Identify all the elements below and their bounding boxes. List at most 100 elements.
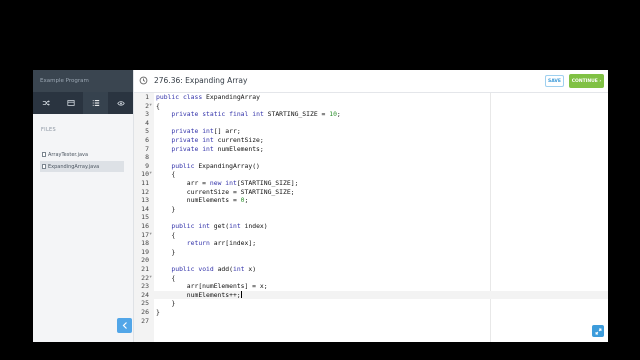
line-number: 13: [141, 196, 149, 205]
line-number: 23: [141, 282, 149, 291]
line-number: 24: [141, 290, 149, 299]
code-line[interactable]: 15: [134, 213, 608, 222]
tab-view[interactable]: [108, 92, 133, 114]
code-text: {: [156, 273, 176, 282]
code-text: numElements = 0;: [156, 196, 249, 205]
tab-window[interactable]: [58, 92, 83, 114]
code-line[interactable]: 3 private static final int STARTING_SIZE…: [134, 110, 608, 119]
line-number: 1: [145, 93, 149, 101]
save-button[interactable]: SAVE: [545, 75, 564, 87]
code-line[interactable]: 9 public ExpandingArray(): [134, 162, 608, 171]
tab-shuffle[interactable]: [33, 92, 58, 114]
code-line[interactable]: 18 return arr[index];: [134, 239, 608, 248]
line-number: 17: [141, 230, 149, 239]
code-line[interactable]: 4: [134, 119, 608, 128]
file-item-arraytester[interactable]: ArrayTester.java: [40, 149, 124, 160]
code-line[interactable]: 6 private int currentSize;: [134, 136, 608, 145]
line-number: 14: [141, 204, 149, 213]
code-text: }: [156, 247, 176, 256]
code-line[interactable]: 10 ▾ {: [134, 170, 608, 179]
code-line[interactable]: 22 ▾ {: [134, 274, 608, 283]
fold-toggle-icon[interactable]: ▾: [150, 231, 152, 240]
code-line[interactable]: 24 numElements++;: [134, 290, 608, 300]
line-number: 15: [141, 213, 149, 222]
program-title: Example Program: [33, 70, 133, 92]
code-line[interactable]: 25 }: [134, 299, 608, 308]
list-icon: [92, 100, 99, 106]
code-text: private static final int STARTING_SIZE =…: [171, 110, 341, 119]
line-number: 5: [145, 127, 149, 136]
code-line[interactable]: 11 arr = new int[STARTING_SIZE];: [134, 179, 608, 188]
code-line[interactable]: 5 private int[] arr;: [134, 127, 608, 136]
line-number: 27: [141, 316, 149, 325]
code-line[interactable]: 7 private int numElements;: [134, 145, 608, 154]
chevron-left-icon: [122, 322, 127, 329]
history-icon[interactable]: [139, 76, 148, 85]
text-cursor: [240, 291, 242, 299]
code-line[interactable]: 26}: [134, 308, 608, 317]
editor-header: 276.36: Expanding Array SAVE CONTINUE ›: [134, 70, 608, 93]
files-label: FILES: [41, 127, 56, 133]
fold-toggle-icon[interactable]: ▾: [150, 170, 152, 179]
code-text: return arr[index];: [186, 239, 257, 248]
code-text: arr = new int[STARTING_SIZE];: [156, 179, 299, 187]
code-line[interactable]: 1 public class ExpandingArray: [134, 93, 608, 102]
code-line[interactable]: 12 currentSize = STARTING_SIZE;: [134, 188, 608, 197]
file-item-expandingarray[interactable]: ExpandingArray.java: [40, 161, 124, 172]
ide-window: Example Program FILES ArrayTester.java E…: [33, 70, 608, 342]
fold-toggle-icon[interactable]: ▾: [150, 102, 152, 111]
collapse-sidebar-button[interactable]: [117, 318, 132, 333]
code-text: private int[] arr;: [171, 127, 241, 136]
code-line[interactable]: 8: [134, 153, 608, 162]
shuffle-icon: [42, 100, 50, 106]
code-line[interactable]: 14 }: [134, 205, 608, 214]
line-number: 9: [145, 161, 149, 170]
line-number: 3: [145, 110, 149, 119]
line-number: 4: [145, 118, 149, 127]
line-number: 11: [141, 179, 149, 187]
continue-button[interactable]: CONTINUE ›: [569, 74, 604, 88]
tab-files[interactable]: [83, 92, 108, 114]
code-line[interactable]: 13 numElements = 0;: [134, 196, 608, 205]
code-text: public ExpandingArray(): [171, 161, 260, 170]
window-icon: [66, 100, 75, 106]
code-line[interactable]: 23 arr[numElements] = x;: [134, 282, 608, 291]
sidebar-tabs: [33, 92, 133, 114]
code-text: numElements++;: [156, 290, 242, 299]
line-number: 2: [145, 101, 149, 110]
line-number: 12: [141, 187, 149, 196]
line-number: 6: [145, 136, 149, 144]
code-line[interactable]: 17 ▾ {: [134, 231, 608, 240]
code-editor[interactable]: 1 public class ExpandingArray 2 ▾{3 private…: [134, 93, 608, 342]
line-number: 26: [141, 308, 149, 316]
code-text: }: [156, 299, 176, 308]
exercise-title: 276.36: Expanding Array: [154, 76, 248, 85]
code-line[interactable]: 2 ▾ {: [134, 102, 608, 111]
line-number: 8: [145, 153, 149, 162]
code-text: public int get(int index): [171, 222, 268, 230]
line-number: 19: [141, 247, 149, 256]
line-number: 22: [141, 273, 149, 282]
code-line[interactable]: 20: [134, 256, 608, 265]
code-text: {: [156, 230, 176, 239]
code-text: public class ExpandingArray: [156, 93, 260, 101]
code-line[interactable]: 16 public int get(int index): [134, 222, 608, 231]
code-text: {: [156, 170, 176, 179]
code-text: {: [156, 101, 160, 110]
expand-editor-button[interactable]: [592, 325, 604, 337]
line-number: 20: [141, 256, 149, 265]
code-line[interactable]: 27: [134, 317, 608, 326]
line-number: 25: [141, 299, 149, 308]
eye-icon: [116, 101, 125, 106]
code-line[interactable]: 19 }: [134, 248, 608, 257]
file-name: ArrayTester.java: [48, 151, 89, 158]
sidebar: Example Program FILES ArrayTester.java E…: [33, 70, 134, 342]
fold-toggle-icon[interactable]: ▾: [150, 274, 152, 283]
code-text: private int currentSize;: [171, 136, 264, 144]
code-line[interactable]: 21 public void add(int x): [134, 265, 608, 274]
file-icon: [42, 164, 46, 169]
code-text: public void add(int x): [171, 265, 257, 273]
code-text: private int numElements;: [171, 144, 264, 153]
code-text: }: [156, 308, 160, 316]
file-name: ExpandingArray.java: [48, 163, 100, 170]
